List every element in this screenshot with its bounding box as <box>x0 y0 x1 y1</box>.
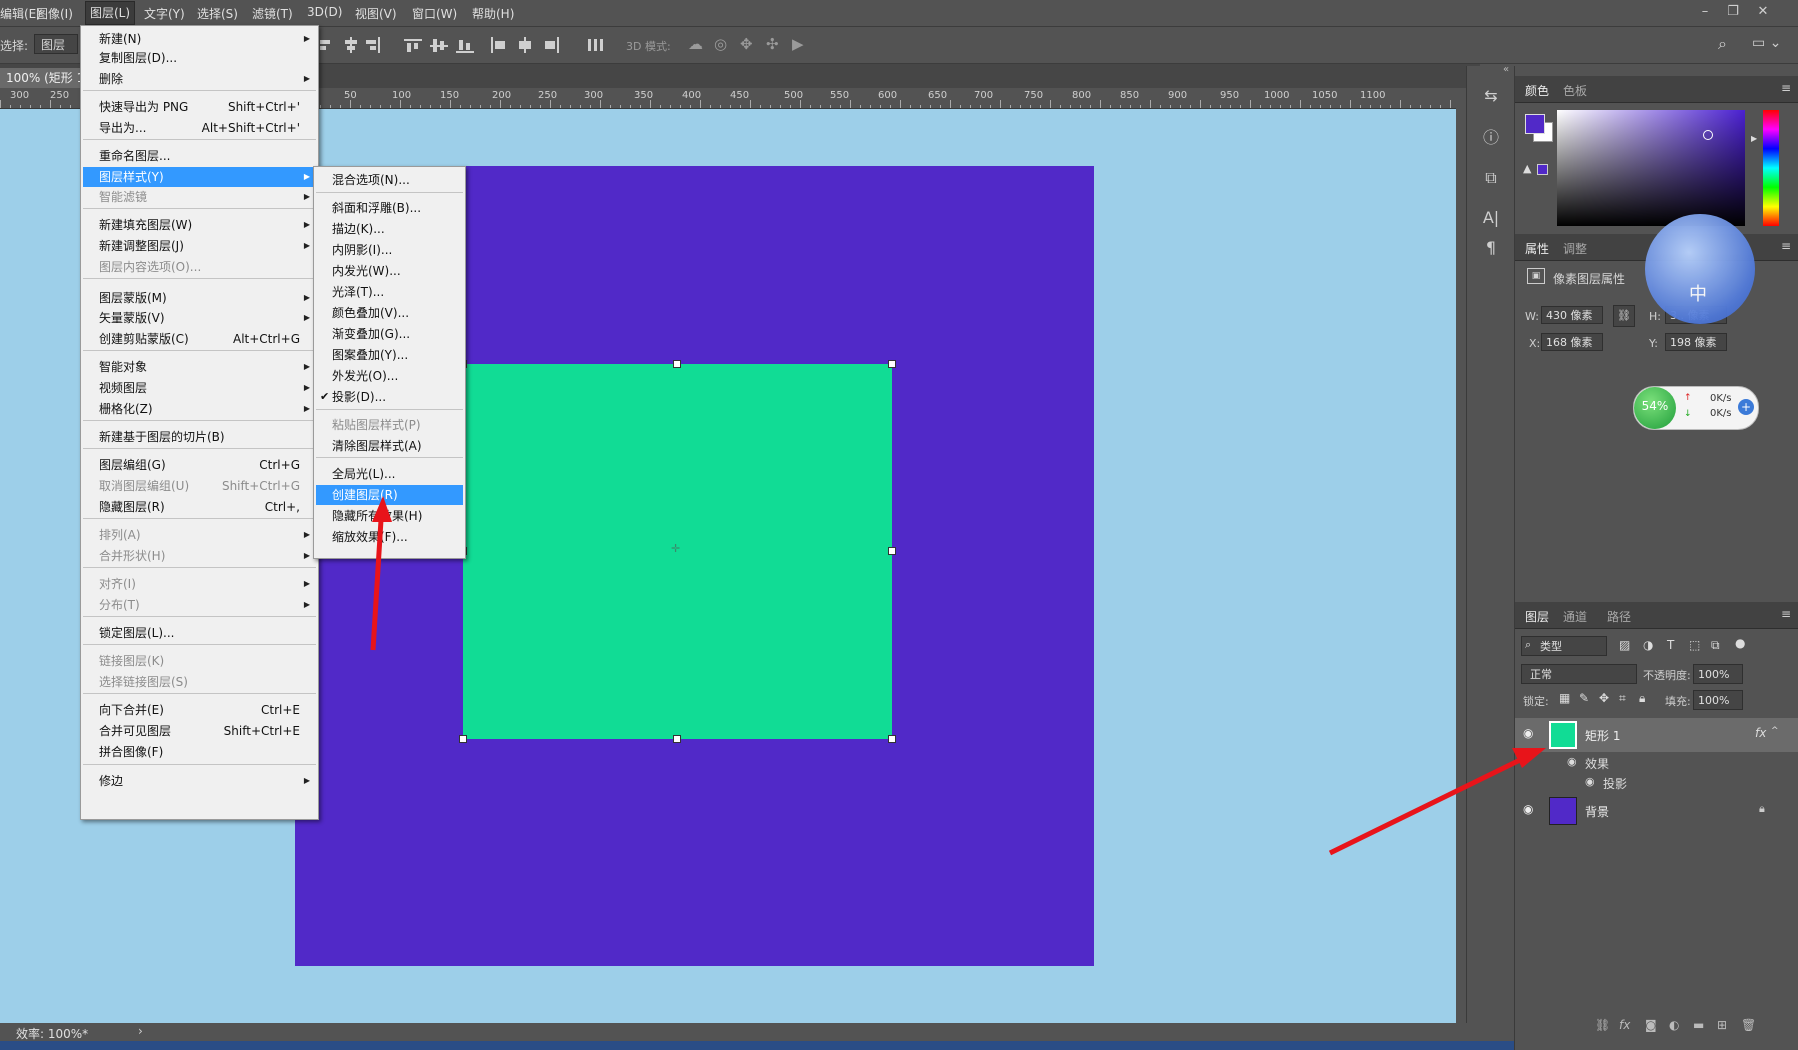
arrowhead-create-layer <box>372 496 392 522</box>
foreground-color-swatch[interactable] <box>1525 114 1545 134</box>
arrow-to-create-layer <box>370 519 384 651</box>
annotation-arrows <box>370 496 1546 856</box>
arrow-to-layer <box>1328 757 1522 856</box>
arrowhead-layer <box>1512 748 1546 768</box>
